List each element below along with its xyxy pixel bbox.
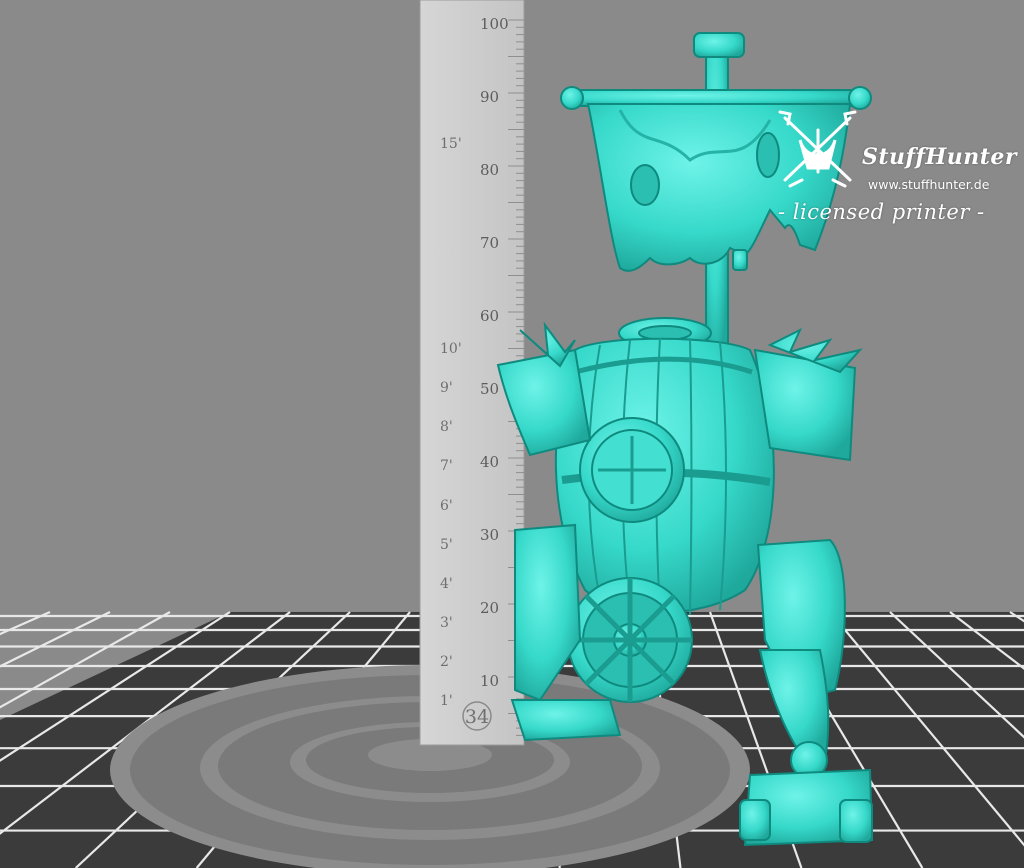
- ruler-imperial-label: 1': [440, 693, 453, 709]
- ruler-imperial-label: 2': [440, 654, 453, 670]
- watermark-url: www.stuffhunter.de: [868, 177, 990, 192]
- ruler-metric-label: 100: [480, 15, 509, 33]
- ruler-metric-label: 40: [480, 453, 499, 471]
- ruler-imperial-label: 8': [440, 419, 453, 435]
- print-preview-viewport[interactable]: 10 20 30 40 50 60 70 80 90 100 1' 2' 3' 4' 5' 6' 7' 8' 9'…: [0, 0, 1024, 868]
- ruler-metric-label: 30: [480, 526, 499, 544]
- ruler-metric-label: 50: [480, 380, 499, 398]
- ruler-base-badge: 34: [465, 706, 489, 728]
- ruler-metric-label: 10: [480, 672, 499, 690]
- ruler-metric-label: 60: [480, 307, 499, 325]
- ruler-metric-label: 80: [480, 161, 499, 179]
- watermark-title: StuffHunter: [862, 144, 1017, 170]
- ruler-imperial-label: 6': [440, 498, 453, 514]
- ruler-metric-label: 20: [480, 599, 499, 617]
- ruler-imperial-label: 7': [440, 458, 453, 474]
- ruler-imperial-label: 5': [440, 537, 453, 553]
- ruler-imperial-label: 4': [440, 576, 453, 592]
- ruler-imperial-label: 9': [440, 380, 453, 396]
- ruler-imperial-label: 10': [440, 341, 462, 357]
- ruler-imperial-label: 3': [440, 615, 453, 631]
- scene-canvas: 10 20 30 40 50 60 70 80 90 100 1' 2' 3' 4' 5' 6' 7' 8' 9'…: [0, 0, 1024, 868]
- ruler-imperial-label: 15': [440, 136, 462, 152]
- ruler-metric-label: 70: [480, 234, 499, 252]
- watermark-subtitle: - licensed printer -: [778, 200, 985, 224]
- ruler-metric-label: 90: [480, 88, 499, 106]
